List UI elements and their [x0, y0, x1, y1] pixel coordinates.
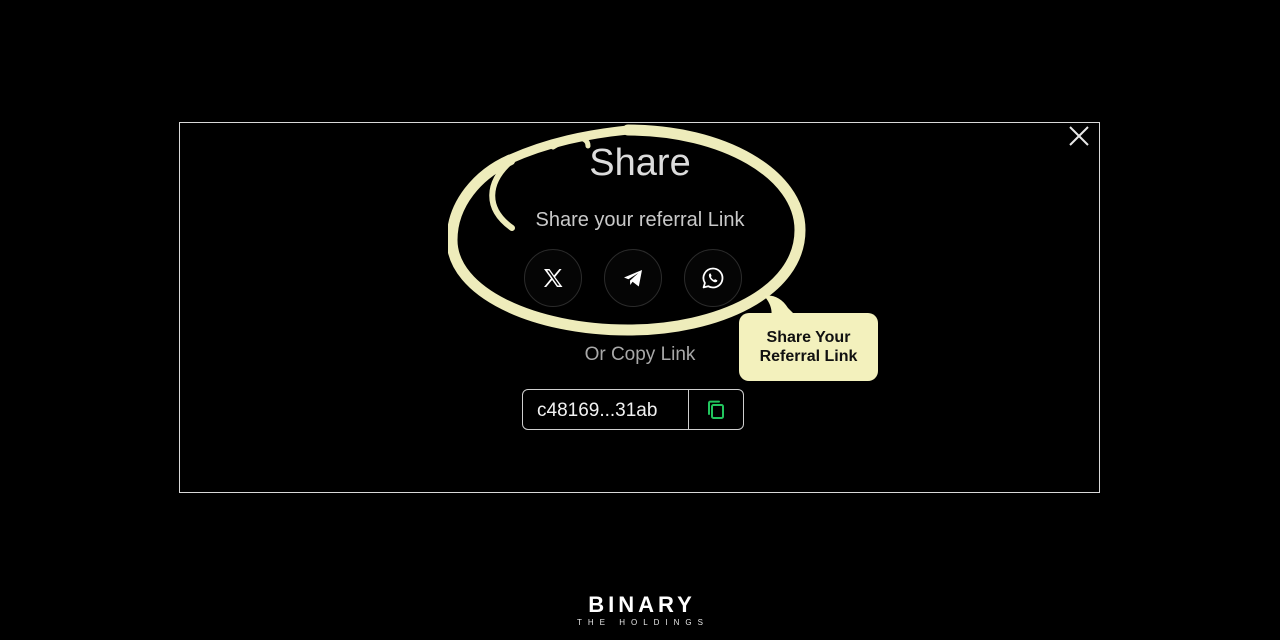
- telegram-icon: [624, 270, 642, 287]
- x-twitter-icon: [544, 269, 563, 287]
- tooltip-line-1: Share Your: [766, 329, 851, 346]
- share-telegram-button[interactable]: [604, 249, 662, 307]
- tooltip-line-2: Referral Link: [759, 348, 858, 365]
- brand-logo: BINARY THE HOLDINGS: [0, 592, 1280, 628]
- brand-name: BINARY: [588, 592, 696, 617]
- share-referral-tooltip: Share Your Referral Link: [739, 313, 878, 381]
- modal-title: Share: [589, 142, 691, 184]
- share-x-button[interactable]: [524, 249, 582, 307]
- copy-icon: [708, 400, 724, 419]
- referral-link-field[interactable]: c48169...31ab: [522, 389, 744, 430]
- share-whatsapp-button[interactable]: [684, 249, 742, 307]
- modal-subtitle: Share your referral Link: [535, 209, 745, 231]
- brand-tagline: THE HOLDINGS: [576, 618, 709, 627]
- copy-link-button[interactable]: [688, 390, 743, 429]
- whatsapp-icon: [702, 267, 724, 289]
- referral-link-value[interactable]: c48169...31ab: [523, 390, 688, 429]
- copy-link-label: Or Copy Link: [584, 344, 696, 365]
